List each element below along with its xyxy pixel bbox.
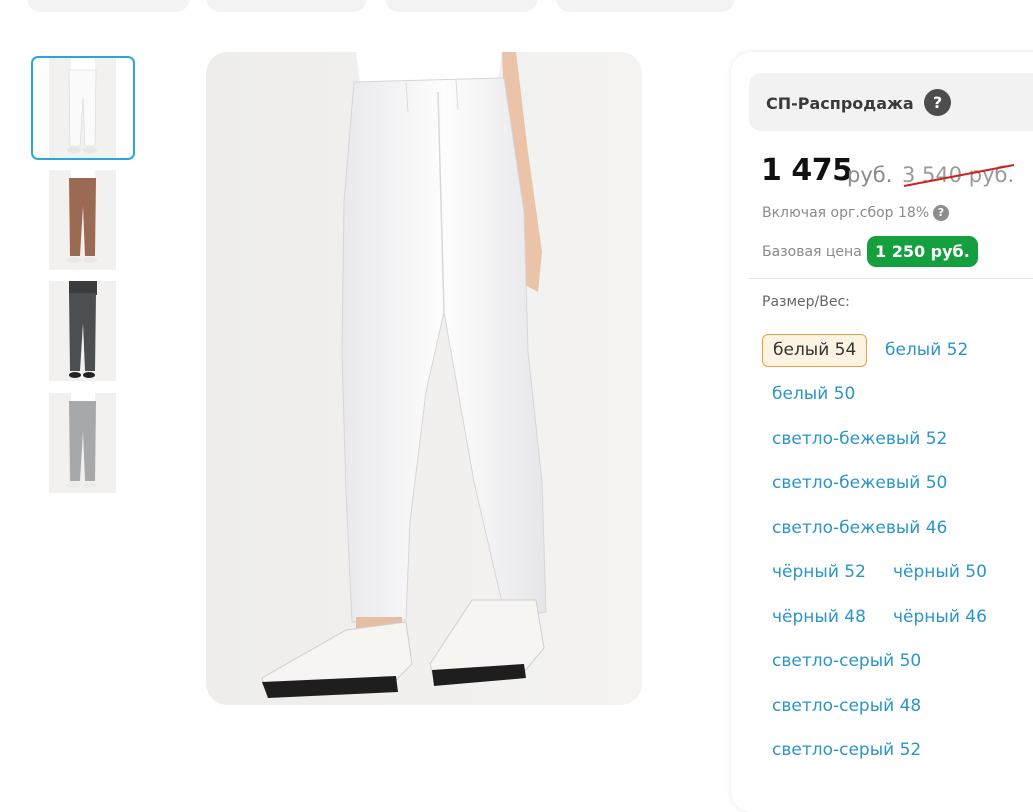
fee-note: Включая орг.сбор 18% bbox=[762, 205, 930, 221]
thumbnail-dark-grey-pants[interactable] bbox=[49, 281, 116, 381]
size-option[interactable]: светло-серый 48 bbox=[762, 690, 931, 723]
thumbnail-white-pants[interactable] bbox=[49, 58, 116, 158]
size-option[interactable]: светло-бежевый 52 bbox=[762, 423, 957, 456]
size-option[interactable]: чёрный 46 bbox=[883, 601, 997, 634]
size-option[interactable]: чёрный 52 bbox=[762, 556, 876, 589]
help-icon[interactable]: ? bbox=[924, 89, 951, 116]
divider bbox=[749, 278, 1033, 279]
size-option-selected[interactable]: белый 54 bbox=[762, 334, 868, 367]
size-option[interactable]: чёрный 48 bbox=[762, 601, 876, 634]
price-currency: руб. bbox=[847, 163, 893, 187]
size-option[interactable]: светло-бежевый 50 bbox=[762, 467, 957, 500]
filter-chip[interactable] bbox=[556, 0, 735, 12]
size-option[interactable]: белый 52 bbox=[875, 334, 978, 367]
thumbnail-light-grey-pants[interactable] bbox=[49, 393, 116, 493]
base-price-label: Базовая цена bbox=[762, 244, 862, 260]
size-option[interactable]: чёрный 50 bbox=[883, 556, 997, 589]
size-option[interactable]: белый 50 bbox=[762, 378, 865, 411]
size-option[interactable]: светло-серый 50 bbox=[762, 645, 931, 678]
product-main-photo[interactable] bbox=[206, 52, 642, 705]
size-option[interactable]: светло-серый 52 bbox=[762, 734, 931, 767]
filter-chip[interactable] bbox=[206, 0, 367, 12]
size-option[interactable]: светло-бежевый 46 bbox=[762, 512, 957, 545]
base-price-badge: 1 250 руб. bbox=[867, 236, 978, 267]
filter-chip[interactable] bbox=[385, 0, 538, 12]
filter-chip[interactable] bbox=[27, 0, 190, 12]
current-price: 1 475 bbox=[761, 153, 853, 188]
strikethrough-line bbox=[903, 164, 1015, 187]
size-label: Размер/Вес: bbox=[762, 294, 850, 310]
promo-title: СП-Распродажа bbox=[766, 94, 914, 113]
fee-help-icon[interactable]: ? bbox=[933, 205, 949, 221]
thumbnail-brown-pants[interactable] bbox=[49, 170, 116, 270]
